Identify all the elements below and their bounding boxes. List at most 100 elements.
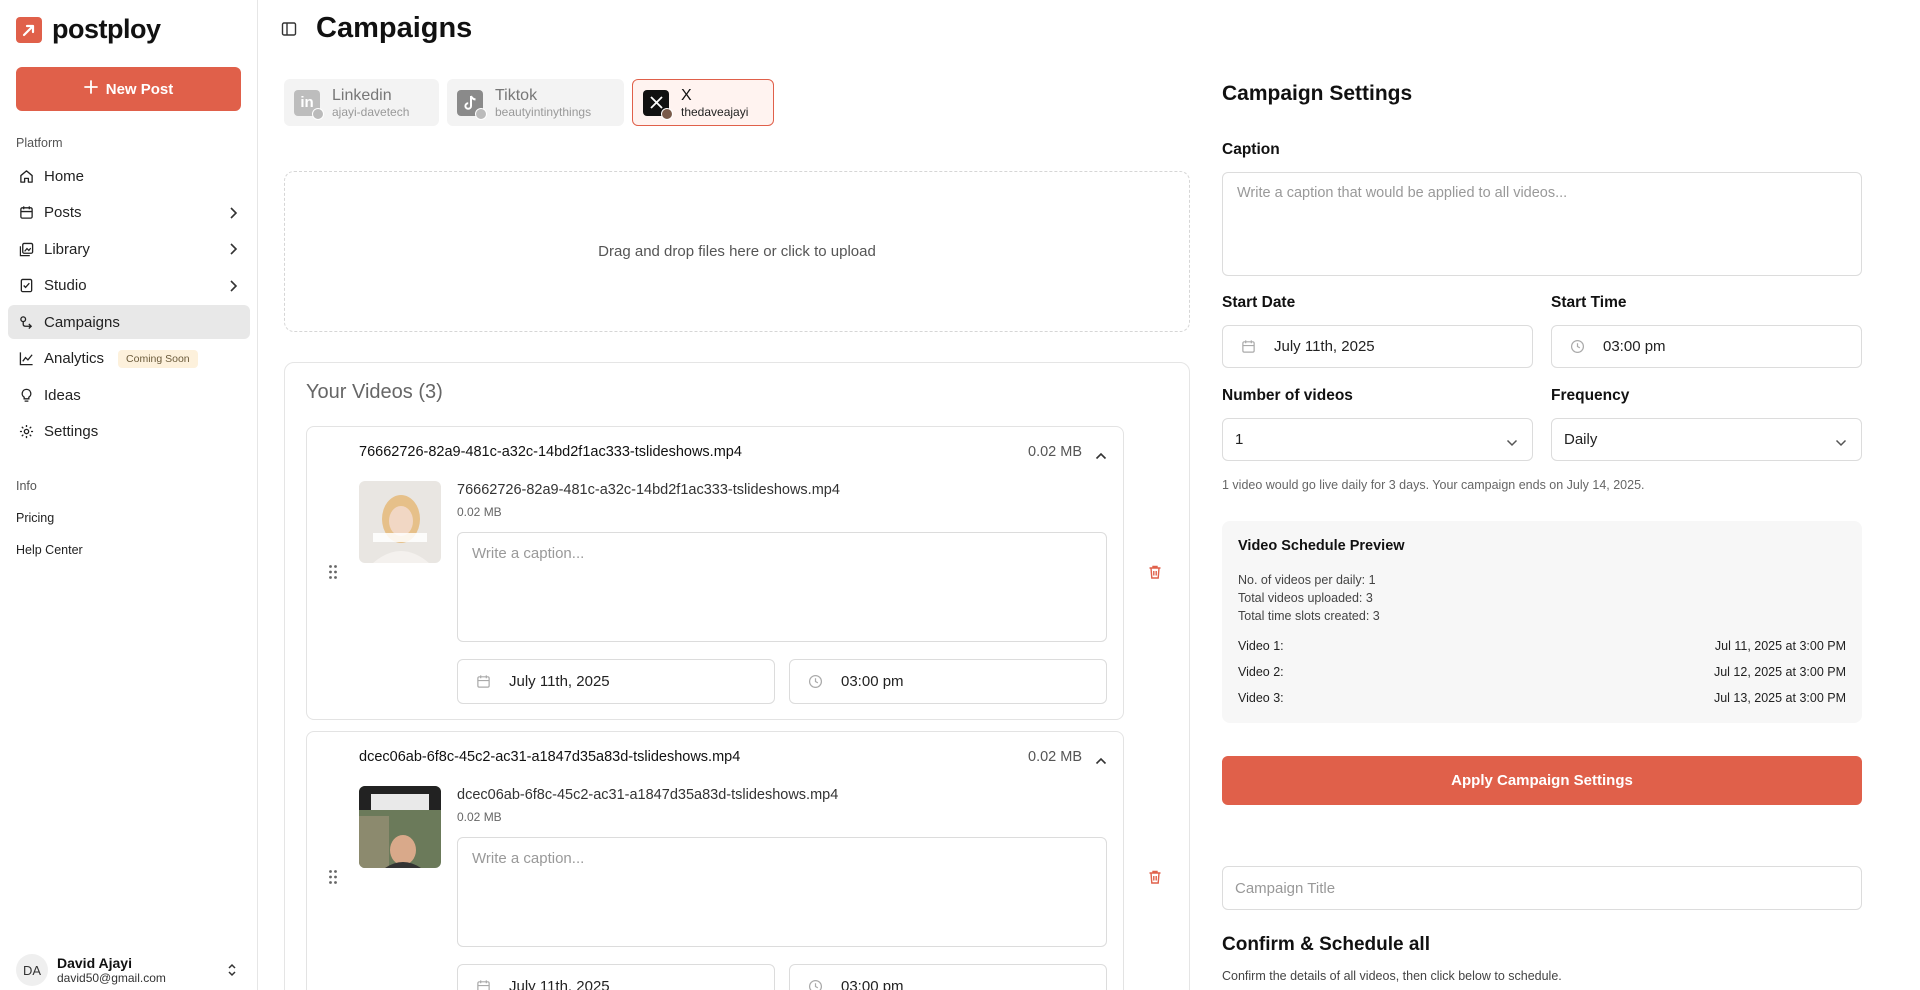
account-handle: ajayi-davetech: [332, 104, 410, 119]
chevron-up-icon[interactable]: [1095, 752, 1107, 770]
video-date-picker[interactable]: July 11th, 2025: [457, 659, 775, 704]
apply-campaign-settings-button[interactable]: Apply Campaign Settings: [1222, 756, 1862, 805]
start-date-value: July 11th, 2025: [1274, 338, 1375, 355]
linkedin-icon: in: [294, 89, 324, 120]
campaigns-icon: [18, 314, 34, 330]
lightbulb-icon: [18, 387, 34, 403]
trash-icon[interactable]: [1147, 564, 1163, 585]
avatar: DA: [16, 954, 48, 986]
account-platform: Linkedin: [332, 86, 392, 104]
chevron-down-icon: [1506, 434, 1518, 451]
preview-row: Video 3: Jul 13, 2025 at 3:00 PM: [1238, 691, 1846, 705]
preview-row-time: Jul 11, 2025 at 3:00 PM: [1714, 639, 1846, 653]
video-filename: 76662726-82a9-481c-a32c-14bd2f1ac333-tsl…: [457, 482, 840, 498]
video-filesize: 0.02 MB: [457, 810, 502, 824]
chevron-right-icon: [228, 206, 238, 224]
sidebar-item-settings[interactable]: Settings: [8, 415, 250, 449]
sidebar-toggle-icon[interactable]: [281, 21, 297, 42]
video-filename: dcec06ab-6f8c-45c2-ac31-a1847d35a83d-tsl…: [457, 787, 839, 803]
campaign-settings-panel: Campaign Settings Caption Start Date Jul…: [1222, 0, 1862, 990]
start-date-picker[interactable]: July 11th, 2025: [1222, 325, 1533, 368]
campaign-caption-input[interactable]: [1222, 172, 1862, 276]
preview-stat: Total videos uploaded: 3: [1238, 591, 1373, 605]
sidebar-item-label: Ideas: [44, 386, 81, 404]
video-card-size: 0.02 MB: [1028, 444, 1082, 460]
sidebar-item-label: Settings: [44, 423, 99, 440]
sidebar: postploy New Post Platform Home Posts Li…: [0, 0, 258, 990]
number-of-videos-select[interactable]: 1: [1222, 418, 1533, 461]
info-section-label: Info: [16, 479, 37, 493]
video-card-filename: 76662726-82a9-481c-a32c-14bd2f1ac333-tsl…: [359, 444, 742, 460]
sidebar-item-posts[interactable]: Posts: [8, 196, 250, 230]
schedule-helper-text: 1 video would go live daily for 3 days. …: [1222, 478, 1645, 492]
library-icon: [18, 241, 34, 257]
campaign-title-input[interactable]: [1222, 866, 1862, 910]
chevron-down-icon: [1835, 434, 1847, 451]
start-time-value: 03:00 pm: [1603, 338, 1666, 355]
calendar-icon: [476, 979, 491, 990]
sidebar-item-label: Library: [44, 240, 90, 258]
start-time-picker[interactable]: 03:00 pm: [1551, 325, 1862, 368]
sidebar-item-label: Posts: [44, 204, 82, 221]
sidebar-item-campaigns[interactable]: Campaigns: [8, 305, 250, 339]
home-icon: [18, 168, 34, 184]
video-card-size: 0.02 MB: [1028, 749, 1082, 765]
preview-row-label: Video 2:: [1238, 665, 1284, 679]
video-thumbnail[interactable]: [359, 481, 441, 563]
account-tab-x[interactable]: X thedaveajayi: [632, 79, 774, 126]
chevron-up-icon[interactable]: [1095, 447, 1107, 465]
preview-row-label: Video 3:: [1238, 691, 1284, 705]
video-thumbnail[interactable]: [359, 786, 441, 868]
sidebar-item-label: Analytics: [44, 350, 105, 367]
sidebar-item-studio[interactable]: Studio: [8, 269, 250, 303]
help-center-link[interactable]: Help Center: [16, 543, 83, 557]
new-post-button[interactable]: New Post: [16, 67, 241, 111]
file-dropzone[interactable]: Drag and drop files here or click to upl…: [284, 171, 1190, 332]
sidebar-item-analytics[interactable]: Analytics Coming Soon: [8, 342, 250, 376]
pricing-link[interactable]: Pricing: [16, 511, 54, 525]
video-caption-input[interactable]: [457, 837, 1107, 947]
videos-title: Your Videos (3): [306, 381, 443, 403]
drag-handle-icon[interactable]: [328, 869, 338, 890]
video-time-picker[interactable]: 03:00 pm: [789, 964, 1107, 990]
user-email: david50@gmail.com: [57, 971, 166, 985]
preview-title: Video Schedule Preview: [1238, 538, 1405, 554]
preview-row-label: Video 1:: [1238, 639, 1284, 653]
preview-row-time: Jul 12, 2025 at 3:00 PM: [1713, 665, 1846, 679]
logo[interactable]: postploy: [16, 14, 161, 45]
video-time-value: 03:00 pm: [841, 673, 904, 690]
sidebar-item-library[interactable]: Library: [8, 232, 250, 266]
sidebar-item-ideas[interactable]: Ideas: [8, 378, 250, 412]
video-card: 76662726-82a9-481c-a32c-14bd2f1ac333-tsl…: [306, 426, 1161, 720]
video-date-value: July 11th, 2025: [509, 978, 610, 990]
chevron-right-icon: [228, 279, 238, 297]
account-tab-tiktok[interactable]: Tiktok beautyintinythings: [447, 79, 624, 126]
user-menu[interactable]: DA David Ajayi david50@gmail.com: [16, 950, 244, 990]
account-platform: X: [681, 86, 692, 104]
user-name: David Ajayi: [57, 955, 132, 971]
video-date-picker[interactable]: July 11th, 2025: [457, 964, 775, 990]
clock-icon: [808, 674, 823, 689]
gear-icon: [18, 424, 34, 440]
clock-icon: [808, 979, 823, 990]
coming-soon-badge: Coming Soon: [118, 349, 198, 368]
account-tab-linkedin[interactable]: in Linkedin ajayi-davetech: [284, 79, 439, 126]
video-time-picker[interactable]: 03:00 pm: [789, 659, 1107, 704]
preview-stat: Total time slots created: 3: [1238, 609, 1380, 623]
number-of-videos-label: Number of videos: [1222, 387, 1353, 404]
frequency-select[interactable]: Daily: [1551, 418, 1862, 461]
new-post-label: New Post: [105, 80, 174, 98]
frequency-label: Frequency: [1551, 387, 1630, 404]
platform-section-label: Platform: [16, 136, 63, 150]
video-card: dcec06ab-6f8c-45c2-ac31-a1847d35a83d-tsl…: [306, 731, 1161, 990]
video-card-filename: dcec06ab-6f8c-45c2-ac31-a1847d35a83d-tsl…: [359, 749, 741, 765]
sidebar-item-home[interactable]: Home: [8, 159, 250, 193]
confirm-title: Confirm & Schedule all: [1222, 934, 1430, 955]
video-time-value: 03:00 pm: [841, 978, 904, 990]
x-icon: [643, 89, 673, 120]
video-filesize: 0.02 MB: [457, 505, 502, 519]
drag-handle-icon[interactable]: [328, 564, 338, 585]
caption-label: Caption: [1222, 141, 1280, 158]
video-caption-input[interactable]: [457, 532, 1107, 642]
trash-icon[interactable]: [1147, 869, 1163, 890]
